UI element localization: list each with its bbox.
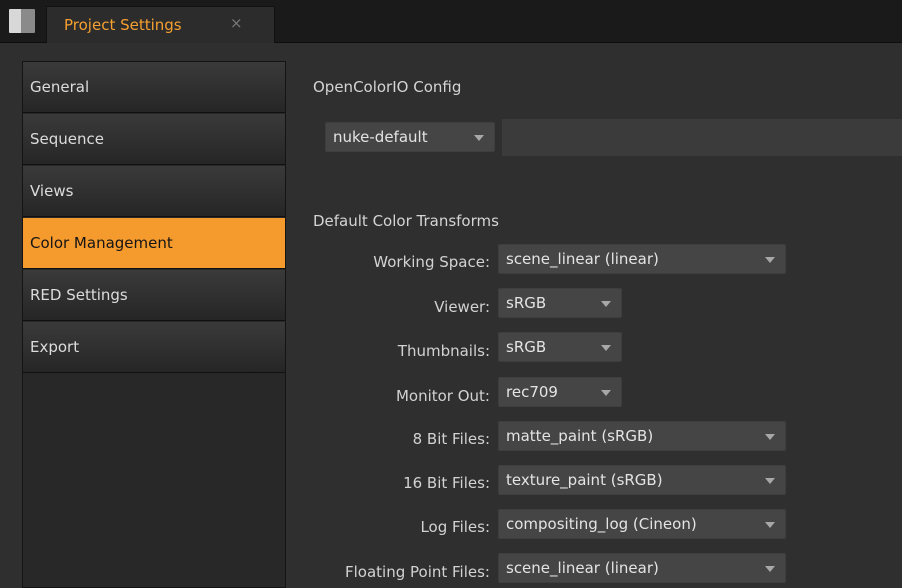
- floating-point-files-dropdown[interactable]: scene_linear (linear): [498, 553, 786, 583]
- dropdown-value: scene_linear (linear): [506, 559, 659, 577]
- dropdown-value: scene_linear (linear): [506, 250, 659, 268]
- chevron-down-icon: [601, 390, 611, 396]
- working-space-dropdown[interactable]: scene_linear (linear): [498, 244, 786, 274]
- nav-item-sequence[interactable]: Sequence: [23, 114, 285, 165]
- nav-item-color-management[interactable]: Color Management: [23, 218, 285, 269]
- 8-bit-files-dropdown[interactable]: matte_paint (sRGB): [498, 421, 786, 451]
- close-icon[interactable]: ×: [230, 14, 243, 32]
- nav-item-export[interactable]: Export: [23, 322, 285, 373]
- dropdown-value: compositing_log (Cineon): [506, 515, 697, 533]
- tab-title: Project Settings: [64, 16, 182, 34]
- chevron-down-icon: [765, 566, 775, 572]
- thumbnails-label: Thumbnails:: [397, 342, 490, 360]
- dropdown-value: sRGB: [506, 338, 547, 356]
- nav-item-label: Export: [30, 338, 80, 356]
- chevron-down-icon: [601, 301, 611, 307]
- dropdown-value: matte_paint (sRGB): [506, 427, 654, 445]
- panel-menu-icon[interactable]: [9, 9, 35, 33]
- nav-item-label: Views: [30, 182, 74, 200]
- nav-item-label: Color Management: [30, 234, 173, 252]
- nav-item-label: General: [30, 78, 90, 96]
- viewer-dropdown[interactable]: sRGB: [498, 288, 622, 318]
- log-files-label: Log Files:: [420, 518, 490, 536]
- ocio-config-path-field[interactable]: [502, 119, 902, 156]
- 8-bit-files-label: 8 Bit Files:: [412, 430, 490, 448]
- dropdown-value: sRGB: [506, 294, 547, 312]
- working-space-label: Working Space:: [373, 253, 490, 271]
- ocio-config-heading: OpenColorIO Config: [313, 78, 462, 96]
- chevron-down-icon: [601, 345, 611, 351]
- tab-bar: Project Settings ×: [0, 0, 902, 43]
- chevron-down-icon: [765, 257, 775, 263]
- chevron-down-icon: [765, 434, 775, 440]
- chevron-down-icon: [765, 478, 775, 484]
- default-color-transforms-heading: Default Color Transforms: [313, 212, 499, 230]
- nav-item-label: Sequence: [30, 130, 104, 148]
- chevron-down-icon: [765, 522, 775, 528]
- 16-bit-files-dropdown[interactable]: texture_paint (sRGB): [498, 465, 786, 495]
- dropdown-value: rec709: [506, 383, 558, 401]
- log-files-dropdown[interactable]: compositing_log (Cineon): [498, 509, 786, 539]
- dropdown-value: texture_paint (sRGB): [506, 471, 663, 489]
- 16-bit-files-label: 16 Bit Files:: [403, 474, 490, 492]
- nav-item-label: RED Settings: [30, 286, 128, 304]
- chevron-down-icon: [474, 135, 484, 141]
- nav-item-views[interactable]: Views: [23, 166, 285, 217]
- floating-point-files-label: Floating Point Files:: [345, 563, 490, 581]
- monitor-out-dropdown[interactable]: rec709: [498, 377, 622, 407]
- settings-nav: General Sequence Views Color Management …: [22, 61, 286, 588]
- thumbnails-dropdown[interactable]: sRGB: [498, 332, 622, 362]
- nav-item-general[interactable]: General: [23, 62, 285, 113]
- tab-project-settings[interactable]: Project Settings ×: [46, 6, 275, 43]
- dropdown-value: nuke-default: [333, 128, 428, 146]
- monitor-out-label: Monitor Out:: [395, 387, 490, 405]
- nav-item-red-settings[interactable]: RED Settings: [23, 270, 285, 321]
- ocio-config-dropdown[interactable]: nuke-default: [325, 122, 495, 152]
- viewer-label: Viewer:: [434, 298, 490, 316]
